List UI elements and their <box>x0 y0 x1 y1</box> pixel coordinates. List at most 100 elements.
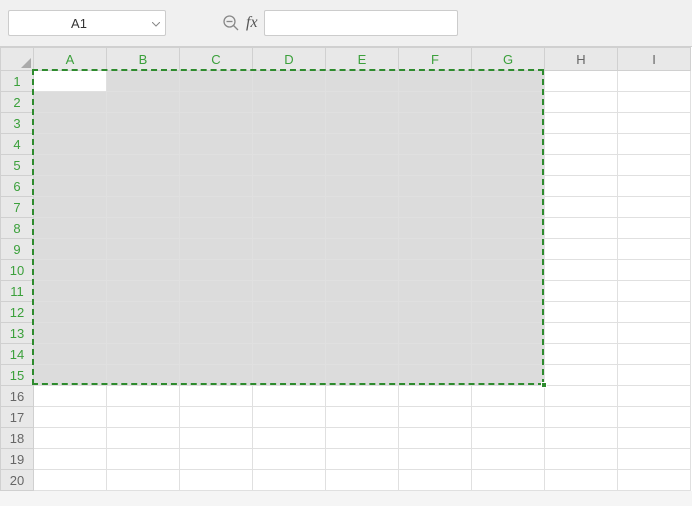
cell-G4[interactable] <box>472 134 545 155</box>
cell-H8[interactable] <box>545 218 618 239</box>
row-header-20[interactable]: 20 <box>1 470 34 491</box>
cell-B9[interactable] <box>107 239 180 260</box>
cell-G10[interactable] <box>472 260 545 281</box>
cell-G1[interactable] <box>472 71 545 92</box>
formula-bar[interactable] <box>264 10 458 36</box>
cell-H4[interactable] <box>545 134 618 155</box>
cell-E10[interactable] <box>326 260 399 281</box>
row-header-16[interactable]: 16 <box>1 386 34 407</box>
cell-D2[interactable] <box>253 92 326 113</box>
row-header-10[interactable]: 10 <box>1 260 34 281</box>
cell-B18[interactable] <box>107 428 180 449</box>
cell-B8[interactable] <box>107 218 180 239</box>
row-header-3[interactable]: 3 <box>1 113 34 134</box>
cell-I11[interactable] <box>618 281 691 302</box>
row-header-13[interactable]: 13 <box>1 323 34 344</box>
row-header-1[interactable]: 1 <box>1 71 34 92</box>
cell-H13[interactable] <box>545 323 618 344</box>
cell-C17[interactable] <box>180 407 253 428</box>
fx-label[interactable]: fx <box>246 14 258 32</box>
cell-I19[interactable] <box>618 449 691 470</box>
cell-G16[interactable] <box>472 386 545 407</box>
cell-I1[interactable] <box>618 71 691 92</box>
col-header-A[interactable]: A <box>34 48 107 71</box>
cell-A3[interactable] <box>34 113 107 134</box>
cell-I4[interactable] <box>618 134 691 155</box>
cell-H1[interactable] <box>545 71 618 92</box>
row-header-18[interactable]: 18 <box>1 428 34 449</box>
cell-D17[interactable] <box>253 407 326 428</box>
cell-A5[interactable] <box>34 155 107 176</box>
cell-I18[interactable] <box>618 428 691 449</box>
cell-B7[interactable] <box>107 197 180 218</box>
cell-A9[interactable] <box>34 239 107 260</box>
cell-I10[interactable] <box>618 260 691 281</box>
cell-G18[interactable] <box>472 428 545 449</box>
cell-A6[interactable] <box>34 176 107 197</box>
cell-E7[interactable] <box>326 197 399 218</box>
cell-I8[interactable] <box>618 218 691 239</box>
cell-A11[interactable] <box>34 281 107 302</box>
col-header-H[interactable]: H <box>545 48 618 71</box>
cell-B19[interactable] <box>107 449 180 470</box>
cell-A16[interactable] <box>34 386 107 407</box>
cell-B6[interactable] <box>107 176 180 197</box>
cell-D14[interactable] <box>253 344 326 365</box>
cell-C6[interactable] <box>180 176 253 197</box>
row-header-12[interactable]: 12 <box>1 302 34 323</box>
cell-I20[interactable] <box>618 470 691 491</box>
cell-E3[interactable] <box>326 113 399 134</box>
cell-C7[interactable] <box>180 197 253 218</box>
cell-F2[interactable] <box>399 92 472 113</box>
cell-I16[interactable] <box>618 386 691 407</box>
cell-E12[interactable] <box>326 302 399 323</box>
cell-G7[interactable] <box>472 197 545 218</box>
cell-F13[interactable] <box>399 323 472 344</box>
selection-handle[interactable] <box>541 382 547 388</box>
cell-B3[interactable] <box>107 113 180 134</box>
cell-D18[interactable] <box>253 428 326 449</box>
cell-A12[interactable] <box>34 302 107 323</box>
cell-I6[interactable] <box>618 176 691 197</box>
cell-H16[interactable] <box>545 386 618 407</box>
cell-I17[interactable] <box>618 407 691 428</box>
row-header-2[interactable]: 2 <box>1 92 34 113</box>
cell-H5[interactable] <box>545 155 618 176</box>
cell-D16[interactable] <box>253 386 326 407</box>
col-header-F[interactable]: F <box>399 48 472 71</box>
col-header-I[interactable]: I <box>618 48 691 71</box>
row-header-6[interactable]: 6 <box>1 176 34 197</box>
cell-H10[interactable] <box>545 260 618 281</box>
cell-F5[interactable] <box>399 155 472 176</box>
cell-D13[interactable] <box>253 323 326 344</box>
row-header-14[interactable]: 14 <box>1 344 34 365</box>
cell-A8[interactable] <box>34 218 107 239</box>
cell-C12[interactable] <box>180 302 253 323</box>
cell-E4[interactable] <box>326 134 399 155</box>
cell-A7[interactable] <box>34 197 107 218</box>
cell-D12[interactable] <box>253 302 326 323</box>
cell-I3[interactable] <box>618 113 691 134</box>
cell-G9[interactable] <box>472 239 545 260</box>
cell-A17[interactable] <box>34 407 107 428</box>
cell-D9[interactable] <box>253 239 326 260</box>
col-header-E[interactable]: E <box>326 48 399 71</box>
row-header-9[interactable]: 9 <box>1 239 34 260</box>
col-header-D[interactable]: D <box>253 48 326 71</box>
cell-H15[interactable] <box>545 365 618 386</box>
cell-B15[interactable] <box>107 365 180 386</box>
cell-C9[interactable] <box>180 239 253 260</box>
cell-B10[interactable] <box>107 260 180 281</box>
cell-A18[interactable] <box>34 428 107 449</box>
cell-F9[interactable] <box>399 239 472 260</box>
cell-E5[interactable] <box>326 155 399 176</box>
cell-A13[interactable] <box>34 323 107 344</box>
cell-I15[interactable] <box>618 365 691 386</box>
cell-G13[interactable] <box>472 323 545 344</box>
cell-G20[interactable] <box>472 470 545 491</box>
cell-E18[interactable] <box>326 428 399 449</box>
cell-F17[interactable] <box>399 407 472 428</box>
cell-I2[interactable] <box>618 92 691 113</box>
cell-H19[interactable] <box>545 449 618 470</box>
cell-A15[interactable] <box>34 365 107 386</box>
